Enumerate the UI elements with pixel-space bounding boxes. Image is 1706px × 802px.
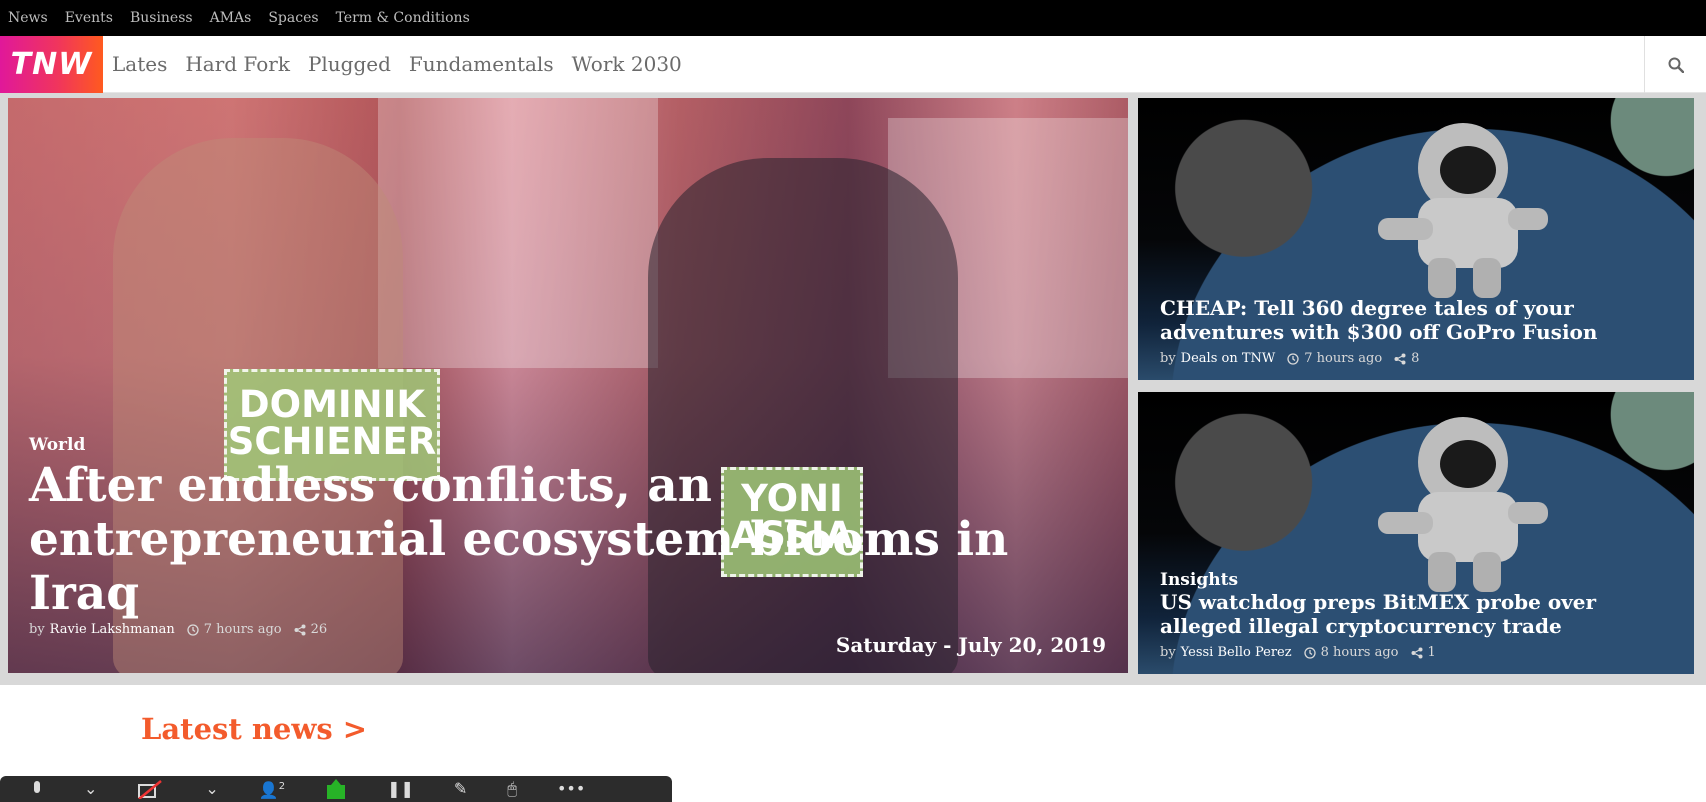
side-article-2-category[interactable]: Insights — [1160, 570, 1680, 590]
side-article-2-time: 8 hours ago — [1303, 645, 1399, 660]
topbar-link-spaces[interactable]: Spaces — [268, 10, 318, 26]
side-article-2-time-text: 8 hours ago — [1320, 645, 1399, 660]
hero-meta: by Ravie Lakshmanan 7 hours ago 26 — [29, 622, 327, 637]
hero-time: 7 hours ago — [187, 622, 282, 637]
nav-link-fundamentals[interactable]: Fundamentals — [409, 52, 554, 76]
nav-link-lates[interactable]: Lates — [112, 52, 167, 76]
meeting-toolbar: ⌄ ⌄ 👤2 ❚❚ ✎ 🖱 ••• — [0, 776, 672, 802]
side-article-1-title[interactable]: CHEAP: Tell 360 degree tales of your adv… — [1160, 296, 1680, 344]
byline-prefix: by — [1160, 351, 1176, 366]
clock-icon — [1303, 646, 1316, 659]
topbar-link-terms[interactable]: Term & Conditions — [336, 10, 470, 26]
microphone-icon[interactable] — [30, 779, 44, 799]
side-article-1[interactable]: CHEAP: Tell 360 degree tales of your adv… — [1138, 98, 1694, 380]
pause-icon[interactable]: ❚❚ — [387, 776, 414, 802]
clock-icon — [187, 623, 199, 636]
topbar-link-amas[interactable]: AMAs — [210, 10, 252, 26]
clock-icon — [1287, 352, 1299, 365]
more-options-icon[interactable]: ••• — [557, 776, 585, 802]
topbar-link-business[interactable]: Business — [130, 10, 193, 26]
site-logo[interactable]: TNW — [0, 35, 103, 93]
hero-title[interactable]: After endless conflicts, an entrepreneur… — [29, 459, 1109, 621]
share-icon — [294, 624, 306, 635]
nav-link-plugged[interactable]: Plugged — [308, 52, 391, 76]
participants-count: 2 — [278, 781, 286, 793]
hero-author[interactable]: Ravie Lakshmanan — [50, 622, 175, 637]
latest-news-link[interactable]: Latest news > — [141, 712, 367, 746]
astronaut-image — [1378, 123, 1548, 298]
participants-icon[interactable]: 👤2 — [259, 776, 285, 802]
byline-prefix: by — [1160, 645, 1176, 660]
hero-shares-count: 26 — [310, 622, 328, 637]
side-article-1-shares-count: 8 — [1411, 351, 1420, 366]
logo-text: TNW — [10, 46, 93, 82]
side-article-1-text: CHEAP: Tell 360 degree tales of your adv… — [1160, 296, 1680, 366]
side-article-1-byline: by Deals on TNW — [1160, 351, 1275, 366]
nav-link-hard-fork[interactable]: Hard Fork — [185, 52, 290, 76]
side-article-2-title[interactable]: US watchdog preps BitMEX probe over alle… — [1160, 590, 1680, 638]
share-screen-icon[interactable] — [325, 779, 347, 799]
share-icon — [1394, 353, 1406, 364]
topbar-link-news[interactable]: News — [8, 10, 48, 26]
side-article-1-time-text: 7 hours ago — [1304, 351, 1383, 366]
nav-link-work-2030[interactable]: Work 2030 — [572, 52, 682, 76]
byline-prefix: by — [29, 622, 45, 637]
remote-control-icon[interactable]: 🖱 — [507, 776, 517, 802]
side-article-1-author[interactable]: Deals on TNW — [1181, 351, 1276, 366]
hero-time-text: 7 hours ago — [203, 622, 282, 637]
hero-byline: by Ravie Lakshmanan — [29, 622, 175, 637]
side-article-1-meta: by Deals on TNW 7 hours ago 8 — [1160, 351, 1680, 366]
side-article-2-meta: by Yessi Bello Perez 8 hours ago 1 — [1160, 645, 1680, 660]
main-nav: TNW Lates Hard Fork Plugged Fundamentals… — [0, 35, 1706, 93]
side-article-2-shares-count: 1 — [1427, 645, 1436, 660]
hero-text: World After endless conflicts, an entrep… — [29, 435, 1109, 621]
chevron-up-icon[interactable]: ⌄ — [205, 776, 218, 802]
hero-category[interactable]: World — [29, 435, 1109, 455]
nav-links: Lates Hard Fork Plugged Fundamentals Wor… — [112, 52, 682, 76]
topbar-link-events[interactable]: Events — [65, 10, 113, 26]
side-article-2-text: Insights US watchdog preps BitMEX probe … — [1160, 570, 1680, 660]
annotate-pen-icon[interactable]: ✎ — [454, 776, 467, 802]
search-button[interactable] — [1644, 36, 1706, 93]
side-article-2-shares: 1 — [1411, 645, 1436, 660]
hero-image-window — [378, 98, 658, 368]
video-off-icon[interactable] — [137, 779, 165, 799]
hero-article[interactable]: DOMINIK SCHIENER YONI ASSIA World After en… — [8, 98, 1128, 673]
side-article-2[interactable]: Insights US watchdog preps BitMEX probe … — [1138, 392, 1694, 674]
hero-section: DOMINIK SCHIENER YONI ASSIA World After en… — [0, 93, 1706, 685]
share-icon — [1411, 647, 1422, 658]
side-article-1-shares: 8 — [1394, 351, 1419, 366]
side-article-1-time: 7 hours ago — [1287, 351, 1382, 366]
hero-shares: 26 — [294, 622, 328, 637]
search-icon — [1668, 57, 1684, 73]
astronaut-image — [1378, 417, 1548, 592]
hero-date: Saturday - July 20, 2019 — [835, 633, 1106, 657]
chevron-up-icon[interactable]: ⌄ — [84, 776, 97, 802]
top-bar: News Events Business AMAs Spaces Term & … — [0, 0, 1706, 36]
side-article-2-author[interactable]: Yessi Bello Perez — [1181, 645, 1292, 660]
side-article-2-byline: by Yessi Bello Perez — [1160, 645, 1292, 660]
